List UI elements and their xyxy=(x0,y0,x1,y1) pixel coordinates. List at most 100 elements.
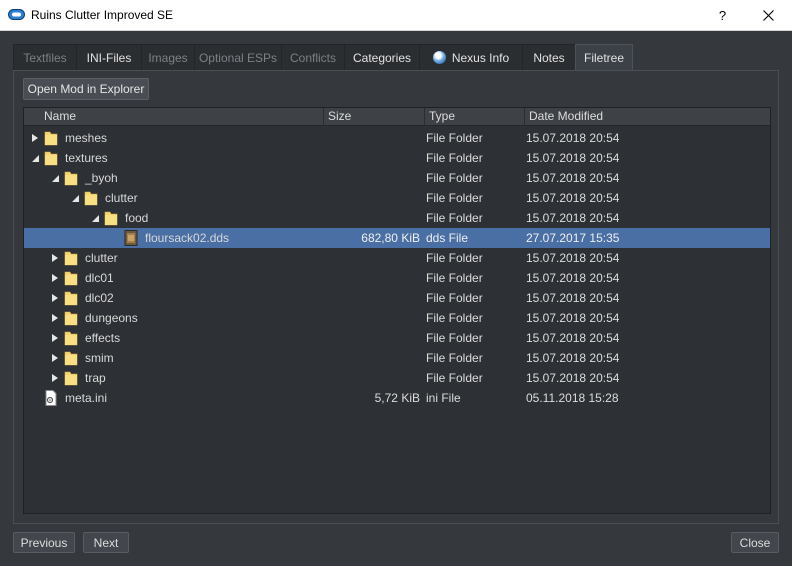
row-date: 15.07.2018 20:54 xyxy=(526,291,620,305)
expand-arrow-icon[interactable] xyxy=(50,353,60,363)
row-name: effects xyxy=(85,331,121,345)
row-name: textures xyxy=(65,151,108,165)
tree-row[interactable]: meta.ini 5,72 KiB ini File 05.11.2018 15… xyxy=(24,388,770,408)
row-type: File Folder xyxy=(426,211,483,225)
row-size xyxy=(324,368,420,388)
row-name: floursack02.dds xyxy=(145,231,230,245)
file-tree[interactable]: Name Size Type Date Modified meshes File… xyxy=(23,107,771,514)
tree-row[interactable]: meshes File Folder 15.07.2018 20:54 xyxy=(24,128,770,148)
row-date: 15.07.2018 20:54 xyxy=(526,211,620,225)
help-button[interactable]: ? xyxy=(700,0,745,30)
collapse-arrow-icon[interactable] xyxy=(30,153,40,163)
row-type: File Folder xyxy=(426,191,483,205)
row-date: 15.07.2018 20:54 xyxy=(526,271,620,285)
folder-icon xyxy=(64,171,78,186)
column-header-type[interactable]: Type xyxy=(425,108,525,126)
row-size xyxy=(324,188,420,208)
column-header-name[interactable]: Name xyxy=(24,108,324,126)
row-size xyxy=(324,288,420,308)
expand-arrow-icon[interactable] xyxy=(30,133,40,143)
tab-label: Nexus Info xyxy=(451,50,510,65)
column-header-date[interactable]: Date Modified xyxy=(525,108,770,126)
tree-row[interactable]: clutter File Folder 15.07.2018 20:54 xyxy=(24,248,770,268)
title-bar: Ruins Clutter Improved SE ? xyxy=(0,0,792,31)
tab-optional-esps[interactable]: Optional ESPs xyxy=(194,44,282,70)
close-button[interactable]: Close xyxy=(731,532,779,553)
tab-images[interactable]: Images xyxy=(141,44,195,70)
expand-arrow-icon[interactable] xyxy=(50,273,60,283)
row-date: 15.07.2018 20:54 xyxy=(526,251,620,265)
row-type: dds File xyxy=(426,231,469,245)
filetree-panel: Open Mod in Explorer Name Size Type Date… xyxy=(13,70,779,524)
tab-conflicts[interactable]: Conflicts xyxy=(281,44,345,70)
tree-row[interactable]: effects File Folder 15.07.2018 20:54 xyxy=(24,328,770,348)
row-size xyxy=(324,308,420,328)
window-close-button[interactable] xyxy=(746,0,791,30)
row-type: File Folder xyxy=(426,251,483,265)
tree-row[interactable]: trap File Folder 15.07.2018 20:54 xyxy=(24,368,770,388)
folder-icon xyxy=(104,211,118,226)
collapse-arrow-icon[interactable] xyxy=(50,173,60,183)
row-size xyxy=(324,248,420,268)
expand-arrow-icon[interactable] xyxy=(50,373,60,383)
row-type: File Folder xyxy=(426,331,483,345)
help-icon: ? xyxy=(718,7,727,23)
expand-arrow-icon[interactable] xyxy=(50,333,60,343)
row-name: dlc01 xyxy=(85,271,114,285)
folder-icon xyxy=(64,351,78,366)
folder-icon xyxy=(64,271,78,286)
column-header-size[interactable]: Size xyxy=(324,108,425,126)
tab-label: Optional ESPs xyxy=(198,50,278,65)
tree-row[interactable]: dungeons File Folder 15.07.2018 20:54 xyxy=(24,308,770,328)
tree-row[interactable]: dlc02 File Folder 15.07.2018 20:54 xyxy=(24,288,770,308)
previous-button[interactable]: Previous xyxy=(13,532,75,553)
app-icon xyxy=(8,9,25,20)
row-date: 15.07.2018 20:54 xyxy=(526,191,620,205)
row-type: File Folder xyxy=(426,151,483,165)
row-type: File Folder xyxy=(426,271,483,285)
open-mod-in-explorer-button[interactable]: Open Mod in Explorer xyxy=(23,78,149,100)
collapse-arrow-icon[interactable] xyxy=(70,193,80,203)
row-name: smim xyxy=(85,351,114,365)
expand-arrow-icon[interactable] xyxy=(50,313,60,323)
tab-label: Filetree xyxy=(583,51,624,65)
tree-row[interactable]: smim File Folder 15.07.2018 20:54 xyxy=(24,348,770,368)
row-name: dlc02 xyxy=(85,291,114,305)
expand-arrow-icon[interactable] xyxy=(50,253,60,263)
tab-textfiles[interactable]: Textfiles xyxy=(13,44,77,70)
tree-row[interactable]: floursack02.dds 682,80 KiB dds File 27.0… xyxy=(24,228,770,248)
close-icon xyxy=(763,9,774,21)
row-size xyxy=(324,268,420,288)
tab-notes[interactable]: Notes xyxy=(522,44,576,70)
row-size: 682,80 KiB xyxy=(361,231,420,245)
row-size xyxy=(324,348,420,368)
row-name: _byoh xyxy=(85,171,118,185)
folder-icon xyxy=(64,251,78,266)
expand-arrow-icon[interactable] xyxy=(50,293,60,303)
tree-row[interactable]: textures File Folder 15.07.2018 20:54 xyxy=(24,148,770,168)
row-date: 05.11.2018 15:28 xyxy=(526,391,619,405)
tab-ini-files[interactable]: INI-Files xyxy=(76,44,142,70)
collapse-arrow-icon[interactable] xyxy=(90,213,100,223)
row-type: File Folder xyxy=(426,351,483,365)
tab-categories[interactable]: Categories xyxy=(344,44,420,70)
tab-filetree[interactable]: Filetree xyxy=(575,44,633,71)
tree-row[interactable]: food File Folder 15.07.2018 20:54 xyxy=(24,208,770,228)
tree-header: Name Size Type Date Modified xyxy=(24,108,770,126)
globe-icon xyxy=(432,51,446,64)
tab-label: Notes xyxy=(533,50,565,65)
folder-icon xyxy=(64,331,78,346)
tree-row[interactable]: clutter File Folder 15.07.2018 20:54 xyxy=(24,188,770,208)
tree-row[interactable]: dlc01 File Folder 15.07.2018 20:54 xyxy=(24,268,770,288)
tab-nexus-info[interactable]: Nexus Info xyxy=(419,44,523,70)
tab-label: Conflicts xyxy=(289,50,336,65)
row-name: trap xyxy=(85,371,106,385)
no-arrow xyxy=(30,393,40,403)
row-type: File Folder xyxy=(426,311,483,325)
row-date: 15.07.2018 20:54 xyxy=(526,371,620,385)
folder-icon xyxy=(84,191,98,206)
next-button[interactable]: Next xyxy=(83,532,129,553)
row-date: 15.07.2018 20:54 xyxy=(526,311,620,325)
tree-row[interactable]: _byoh File Folder 15.07.2018 20:54 xyxy=(24,168,770,188)
folder-icon xyxy=(64,311,78,326)
